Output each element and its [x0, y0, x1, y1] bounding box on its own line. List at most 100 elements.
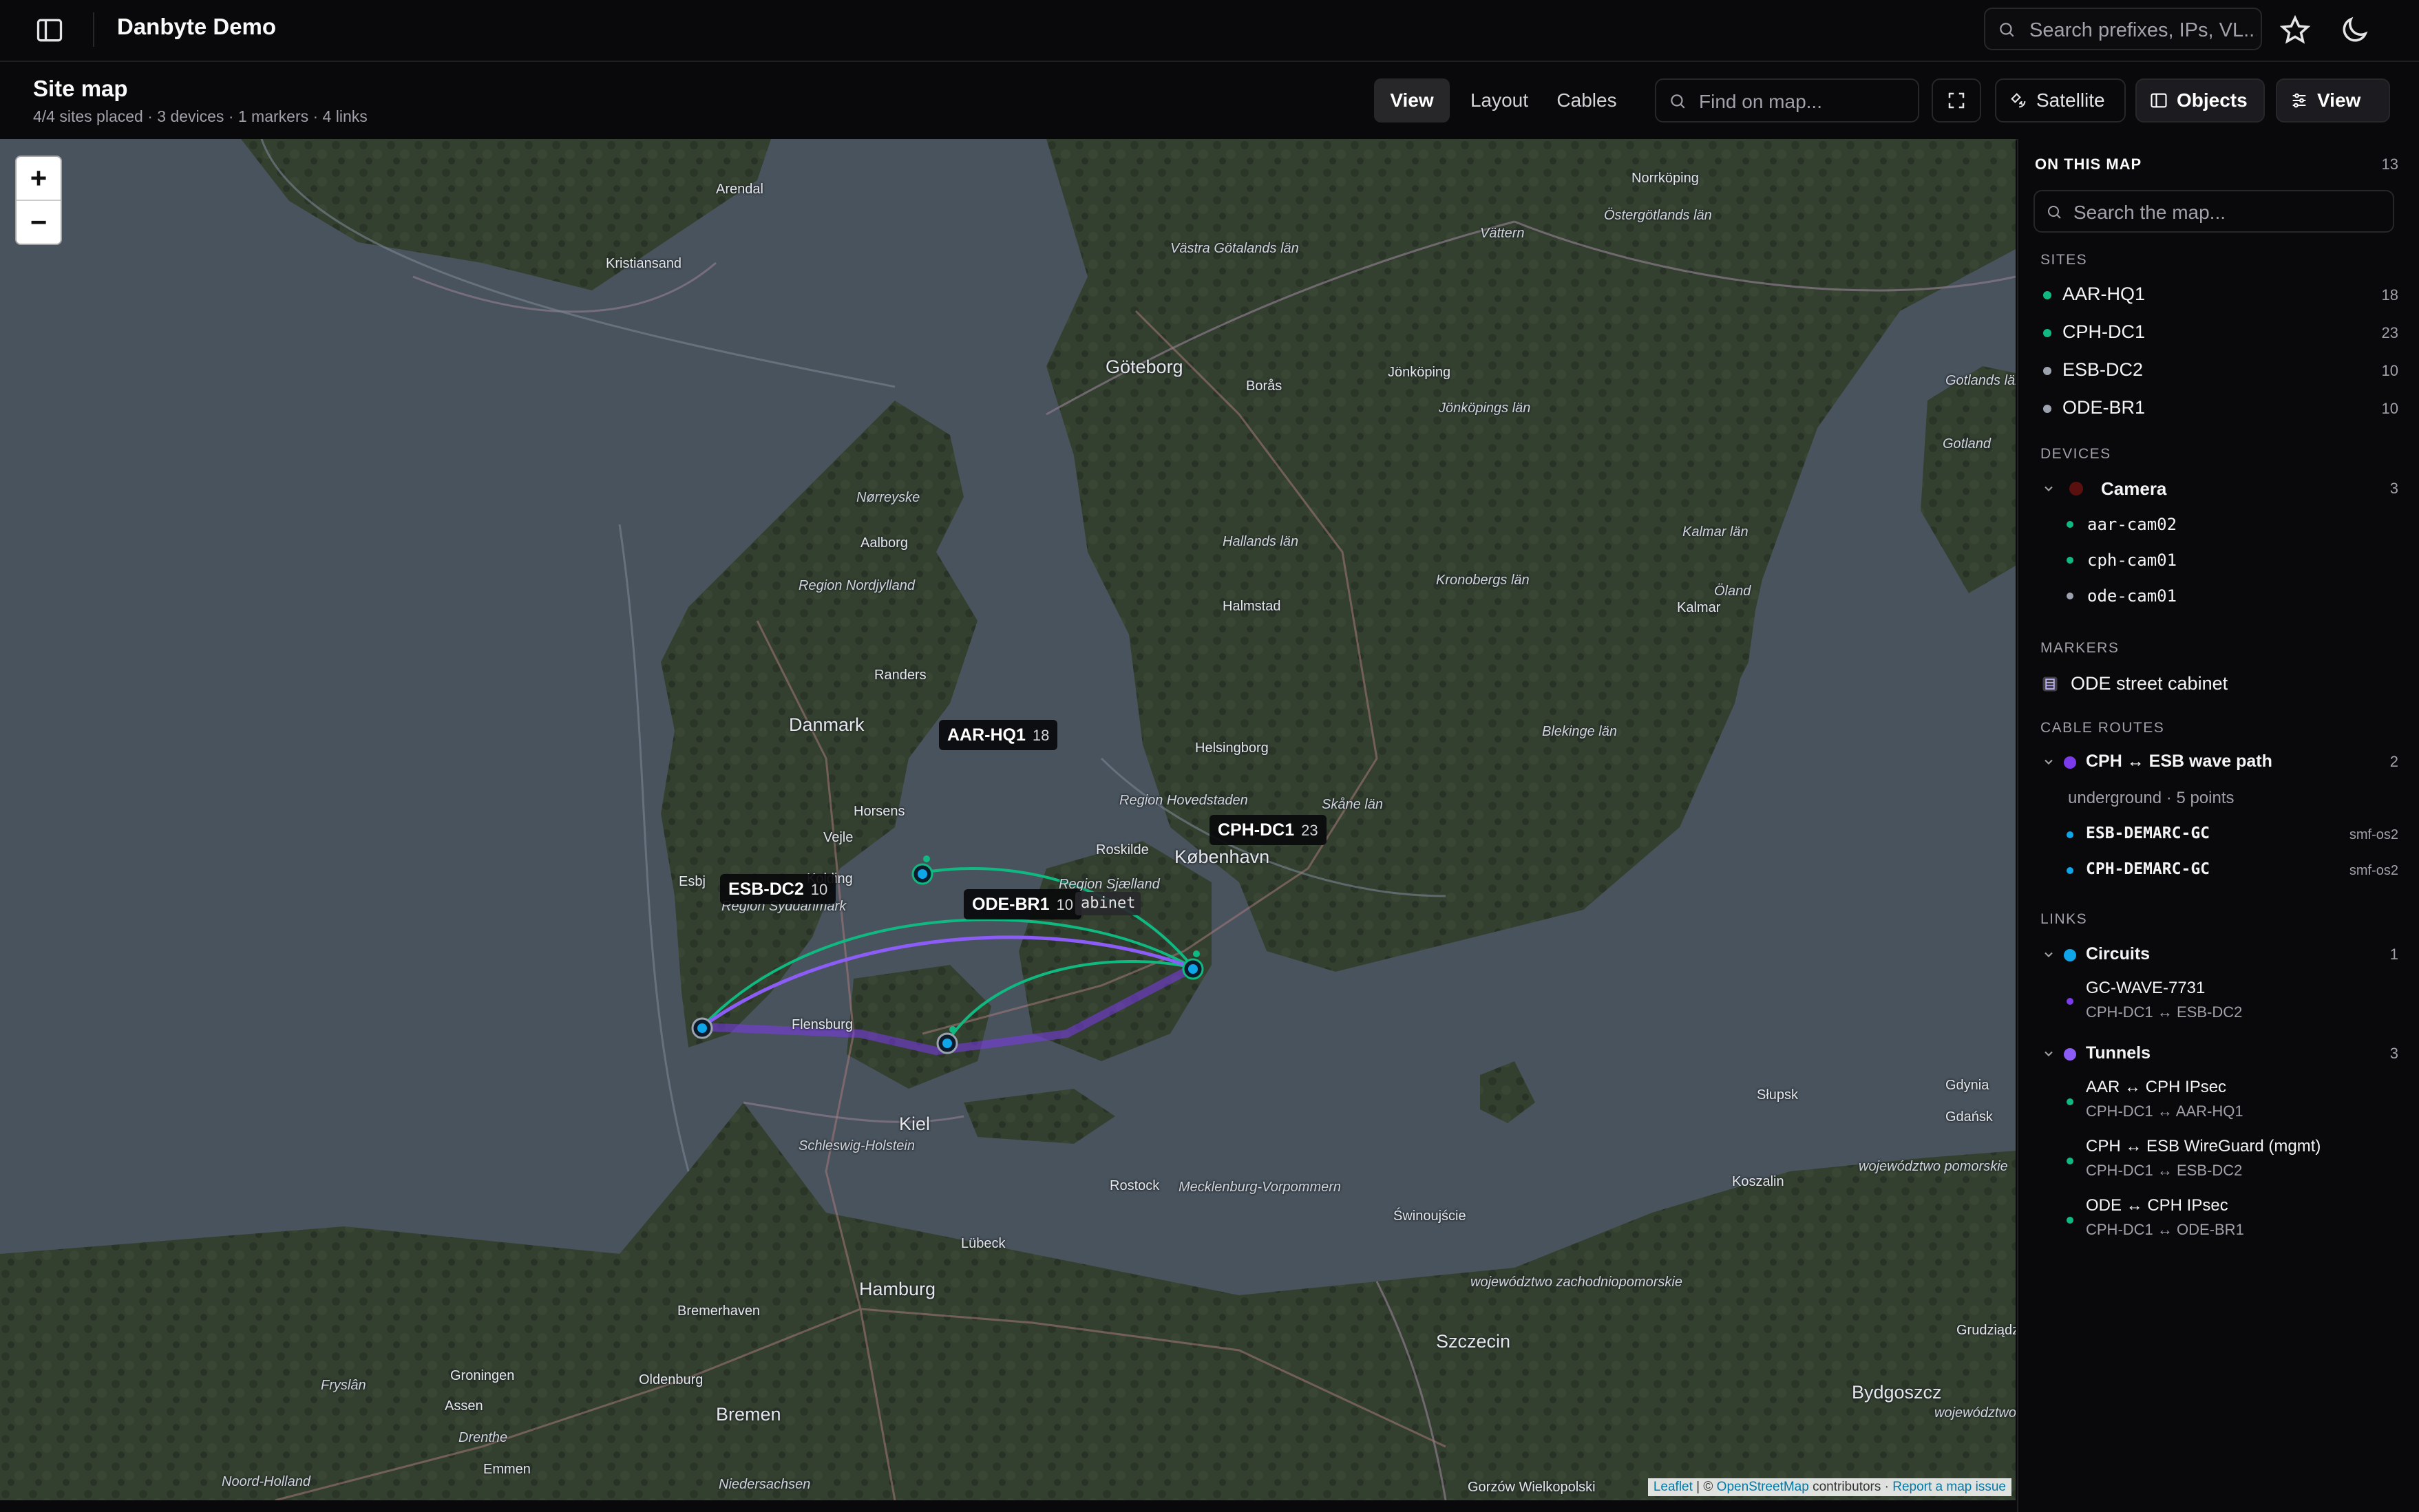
place-label: Vejle	[823, 830, 854, 845]
status-dot	[2067, 1217, 2073, 1224]
link-group-circuits[interactable]: Circuits 1	[2018, 937, 2419, 972]
place-label: województwo zachodniopomorskie	[1470, 1275, 1682, 1290]
star-icon[interactable]	[2279, 14, 2312, 47]
moon-icon[interactable]	[2338, 14, 2371, 47]
global-search[interactable]	[1984, 8, 2262, 50]
cable-route-count: 2	[2389, 753, 2398, 770]
place-label: Randers	[874, 668, 927, 683]
global-search-input[interactable]	[2028, 16, 2258, 45]
view-options-button[interactable]: View	[2276, 78, 2390, 123]
place-label: Aalborg	[860, 535, 908, 551]
leaflet-link[interactable]: Leaflet	[1654, 1480, 1693, 1494]
place-label: Kiel	[899, 1114, 931, 1134]
link-item-endpoints: CPH-DC1 ↔ ESB-DC2	[2086, 1003, 2243, 1021]
place-label: Mecklenburg-Vorpommern	[1179, 1180, 1342, 1195]
place-label: Gorzów Wielkopolski	[1468, 1480, 1596, 1495]
tunnel-color-dot	[2064, 1048, 2076, 1061]
place-label: Borås	[1246, 379, 1282, 394]
status-dot	[2067, 1098, 2073, 1105]
place-label: Koszalin	[1732, 1174, 1784, 1189]
place-label: Danmark	[789, 714, 865, 735]
zoom-out-button[interactable]: −	[17, 201, 61, 244]
place-label: Esbj	[679, 874, 706, 889]
place-label: Nørreyske	[856, 490, 920, 505]
site-label-ode-br1[interactable]: ODE-BR1 10	[964, 889, 1081, 919]
attribution-sep: | ©	[1696, 1480, 1713, 1494]
place-label: Szczecin	[1436, 1331, 1511, 1352]
page-subtitle: 4/4 sites placed · 3 devices · 1 markers…	[33, 107, 368, 125]
marker-item[interactable]: ODE street cabinet	[2018, 666, 2419, 701]
site-item[interactable]: CPH-DC1 23	[2018, 316, 2419, 350]
marker-label-street-cabinet[interactable]: abinet	[1075, 892, 1141, 915]
device-group-camera[interactable]: Camera 3	[2018, 471, 2419, 506]
link-item[interactable]: GC-WAVE-7731 CPH-DC1 ↔ ESB-DC2	[2018, 975, 2419, 1023]
satellite-button[interactable]: Satellite	[1995, 78, 2126, 123]
site-marker-aar[interactable]	[911, 855, 933, 885]
map-canvas[interactable]: Arendal Kristiansand Norrköping Östergöt…	[0, 139, 2016, 1500]
link-item-name: CPH ↔ ESB WireGuard (mgmt)	[2086, 1137, 2321, 1156]
fullscreen-button[interactable]	[1932, 78, 1981, 123]
link-group-tunnels[interactable]: Tunnels 3	[2018, 1036, 2419, 1071]
place-label: Skåne län	[1322, 797, 1383, 812]
site-item-count: 10	[2381, 400, 2398, 417]
cable-item[interactable]: ESB-DEMARC-GC smf-os2	[2018, 818, 2419, 852]
device-item-name: cph-cam01	[2087, 551, 2177, 570]
site-marker-esb[interactable]	[691, 1017, 713, 1039]
site-item[interactable]: ODE-BR1 10	[2018, 392, 2419, 426]
panel-heading: ON THIS MAP	[2035, 156, 2142, 173]
place-label: województwo kujawsko-pomorskie	[1934, 1405, 2016, 1420]
place-label: Jönköping	[1388, 365, 1451, 380]
device-item[interactable]: ode-cam01	[2018, 579, 2419, 614]
land-continent	[0, 1103, 2016, 1500]
site-name: ODE-BR1	[972, 895, 1050, 914]
status-dot	[2067, 593, 2073, 599]
place-label: Östergötlands län	[1604, 208, 1712, 223]
divider	[93, 12, 94, 47]
cable-route-group[interactable]: CPH ↔ ESB wave path 2	[2018, 745, 2419, 779]
site-label-esb-dc2[interactable]: ESB-DC2 10	[720, 874, 836, 904]
link-item[interactable]: AAR ↔ CPH IPsec CPH-DC1 ↔ AAR-HQ1	[2018, 1074, 2419, 1125]
place-label: Noord-Holland	[222, 1474, 310, 1489]
site-label-aar-hq1[interactable]: AAR-HQ1 18	[939, 720, 1058, 750]
link-item-endpoints: CPH-DC1 ↔ ODE-BR1	[2086, 1221, 2244, 1238]
tab-layout[interactable]: Layout	[1462, 78, 1536, 123]
place-label: Kristiansand	[606, 256, 682, 271]
site-item-name: ESB-DC2	[2062, 359, 2144, 380]
place-label: Assen	[445, 1398, 483, 1414]
site-label-cph-dc1[interactable]: CPH-DC1 23	[1210, 815, 1327, 845]
place-label: Region Hovedstaden	[1119, 793, 1248, 808]
place-label: Gdynia	[1945, 1078, 1989, 1093]
place-label: Vättern	[1480, 226, 1525, 241]
site-item[interactable]: AAR-HQ1 18	[2018, 278, 2419, 312]
place-label: Öland	[1714, 584, 1751, 599]
report-issue-link[interactable]: Report a map issue	[1892, 1480, 2006, 1494]
cabinet-icon	[2042, 677, 2058, 692]
osm-link[interactable]: OpenStreetMap	[1717, 1480, 1809, 1494]
sidebar-toggle-icon[interactable]	[34, 15, 65, 45]
satellite-label: Satellite	[2036, 89, 2105, 111]
place-label: Jönköpings län	[1439, 401, 1531, 416]
place-label: Hallands län	[1223, 534, 1299, 549]
status-dot	[2067, 831, 2073, 838]
tab-view[interactable]: View	[1374, 78, 1450, 123]
satellite-icon	[2011, 93, 2026, 108]
site-item[interactable]: ESB-DC2 10	[2018, 354, 2419, 388]
page-header: Site map 4/4 sites placed · 3 devices · …	[0, 62, 2419, 140]
find-on-map[interactable]	[1655, 78, 1919, 123]
zoom-in-button[interactable]: +	[17, 157, 61, 201]
objects-button[interactable]: Objects	[2135, 78, 2265, 123]
link-item[interactable]: ODE ↔ CPH IPsec CPH-DC1 ↔ ODE-BR1	[2018, 1192, 2419, 1243]
place-label: Gdańsk	[1945, 1109, 1993, 1125]
panel-search[interactable]	[2034, 190, 2394, 233]
cable-item[interactable]: CPH-DEMARC-GC smf-os2	[2018, 853, 2419, 888]
objects-label: Objects	[2177, 89, 2248, 111]
cable-item-tag: smf-os2	[2349, 827, 2398, 842]
find-on-map-input[interactable]	[1698, 87, 1914, 117]
cable-item-name: CPH-DEMARC-GC	[2086, 860, 2210, 878]
device-item[interactable]: cph-cam01	[2018, 544, 2419, 578]
device-item[interactable]: aar-cam02	[2018, 508, 2419, 542]
panel-search-input[interactable]	[2072, 198, 2385, 227]
link-item[interactable]: CPH ↔ ESB WireGuard (mgmt) CPH-DC1 ↔ ESB…	[2018, 1133, 2419, 1184]
tab-cables[interactable]: Cables	[1549, 78, 1625, 123]
link-item-name: AAR ↔ CPH IPsec	[2086, 1078, 2227, 1096]
